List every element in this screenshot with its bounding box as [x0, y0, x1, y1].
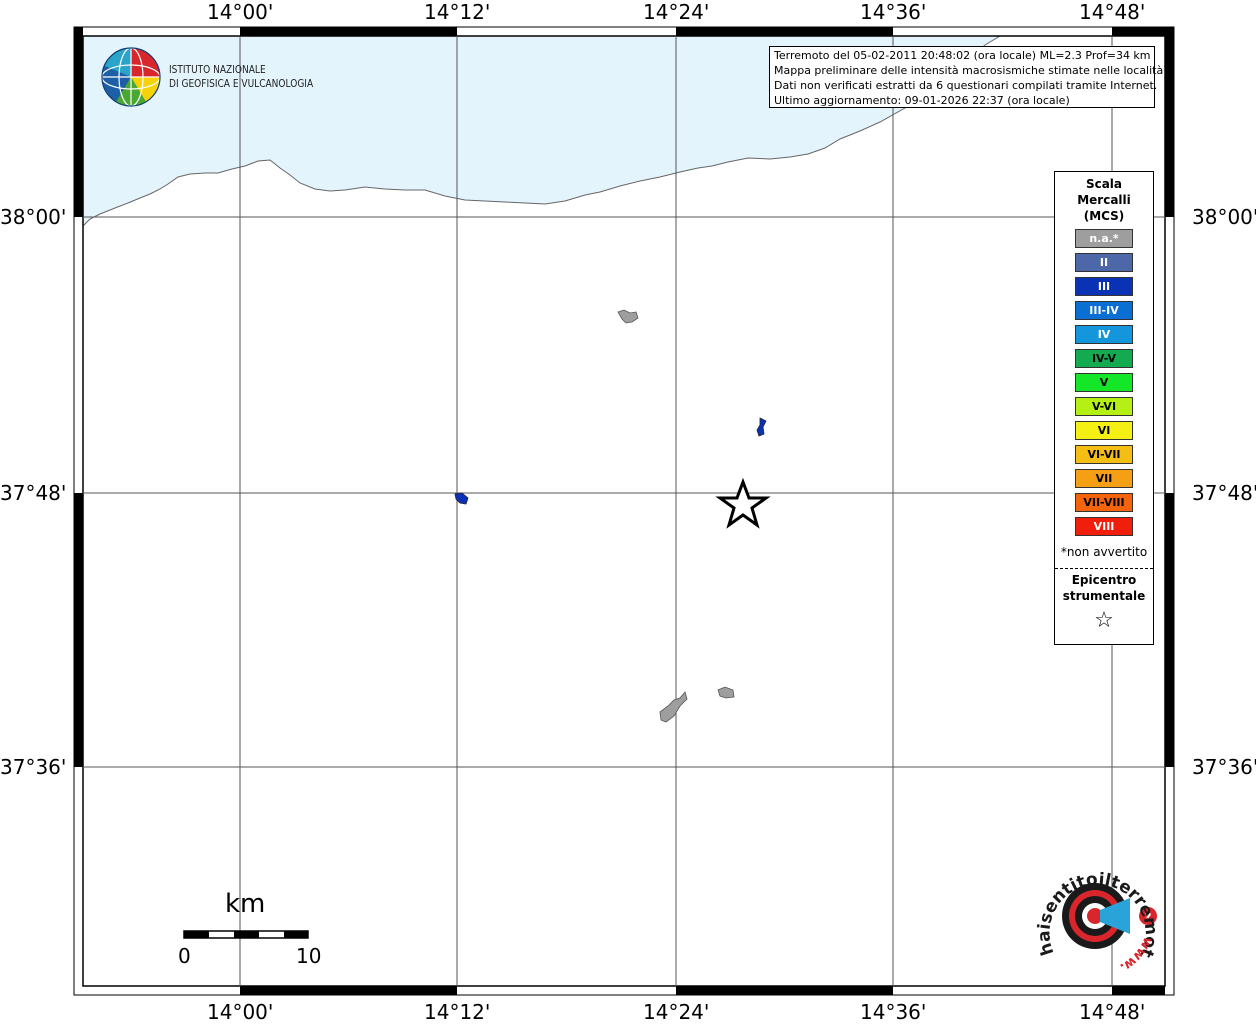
- legend-swatch: III: [1075, 277, 1133, 296]
- lat-label-left-2: 37°48': [0, 481, 67, 505]
- lat-label-left-1: 38°00': [0, 205, 67, 229]
- lat-label-right-3: 37°36': [1192, 755, 1256, 779]
- scale-unit: km: [225, 889, 266, 919]
- lat-label-right-1: 38°00': [1192, 205, 1256, 229]
- lon-label-top-5: 14°48': [1079, 0, 1146, 24]
- ingv-logo-text: ISTITUTO NAZIONALE DI GEOFISICA E VULCAN…: [169, 63, 313, 91]
- lon-label-bottom-1: 14°00': [207, 1000, 274, 1024]
- ingv-line-2: DI GEOFISICA E VULCANOLOGIA: [169, 77, 314, 90]
- info-line-3: Dati non verificati estratti da 6 questi…: [774, 79, 1158, 92]
- lon-label-top-2: 14°12': [424, 0, 491, 24]
- legend-note: *non avvertito: [1060, 545, 1148, 559]
- lon-label-top-1: 14°00': [207, 0, 274, 24]
- lon-label-bottom-2: 14°12': [424, 1000, 491, 1024]
- info-line-2: Mappa preliminare delle intensità macros…: [774, 64, 1164, 77]
- ingv-line-1: ISTITUTO NAZIONALE: [169, 63, 266, 76]
- legend-title-line-1: Scala: [1085, 177, 1123, 191]
- legend-swatch: VII-VIII: [1075, 493, 1133, 512]
- legend-swatch: V-VI: [1075, 397, 1133, 416]
- legend-swatch: VI: [1075, 421, 1133, 440]
- legend-swatch: IV-V: [1075, 349, 1133, 368]
- lon-label-bottom-4: 14°36': [860, 1000, 927, 1024]
- legend-swatch: II: [1075, 253, 1133, 272]
- island-south-east: [717, 686, 735, 699]
- lat-label-left-3: 37°36': [0, 755, 67, 779]
- mcs-legend: Scala Mercalli (MCS) n.a.* II III III-IV IV I…: [1054, 171, 1154, 645]
- earthquake-info-box: Terremoto del 05-02-2011 20:48:02 (ora l…: [769, 46, 1164, 108]
- lon-label-top-3: 14°24': [643, 0, 710, 24]
- legend-divider: [1055, 568, 1153, 569]
- legend-epicenter-label: Epicentro strumentale: [1055, 572, 1153, 604]
- scale-end: 10: [296, 944, 322, 968]
- legend-title: Scala Mercalli (MCS): [1055, 176, 1153, 224]
- legend-swatch: III-IV: [1075, 301, 1133, 320]
- legend-swatch: VI-VII: [1075, 445, 1133, 464]
- legend-title-line-3: (MCS): [1083, 209, 1125, 223]
- scale-bar: [183, 930, 309, 939]
- island-blue-east: [756, 417, 767, 437]
- scale-start: 0: [178, 944, 191, 968]
- legend-title-line-2: Mercalli: [1077, 193, 1131, 207]
- legend-swatch: n.a.*: [1075, 229, 1133, 248]
- lon-label-bottom-3: 14°24': [643, 1000, 710, 1024]
- island-south-west: [659, 691, 688, 723]
- lat-label-right-2: 37°48': [1192, 481, 1256, 505]
- lon-label-bottom-5: 14°48': [1079, 1000, 1146, 1024]
- legend-swatch: IV: [1075, 325, 1133, 344]
- ingv-globe-logo: [101, 47, 161, 107]
- info-line-1: Terremoto del 05-02-2011 20:48:02 (ora l…: [774, 49, 1151, 62]
- info-line-4: Ultimo aggiornamento: 09-01-2026 22:37 (…: [774, 94, 1070, 107]
- lon-label-top-4: 14°36': [860, 0, 927, 24]
- legend-epicenter-line-2: strumentale: [1062, 589, 1146, 603]
- legend-swatch: V: [1075, 373, 1133, 392]
- legend-epicenter-line-1: Epicentro: [1071, 573, 1137, 587]
- legend-star-icon: ☆: [1094, 608, 1114, 633]
- island-ustica-nord: [617, 309, 639, 324]
- legend-swatch: VII: [1075, 469, 1133, 488]
- legend-swatch: VIII: [1075, 517, 1133, 536]
- epicenter-star: [715, 477, 771, 529]
